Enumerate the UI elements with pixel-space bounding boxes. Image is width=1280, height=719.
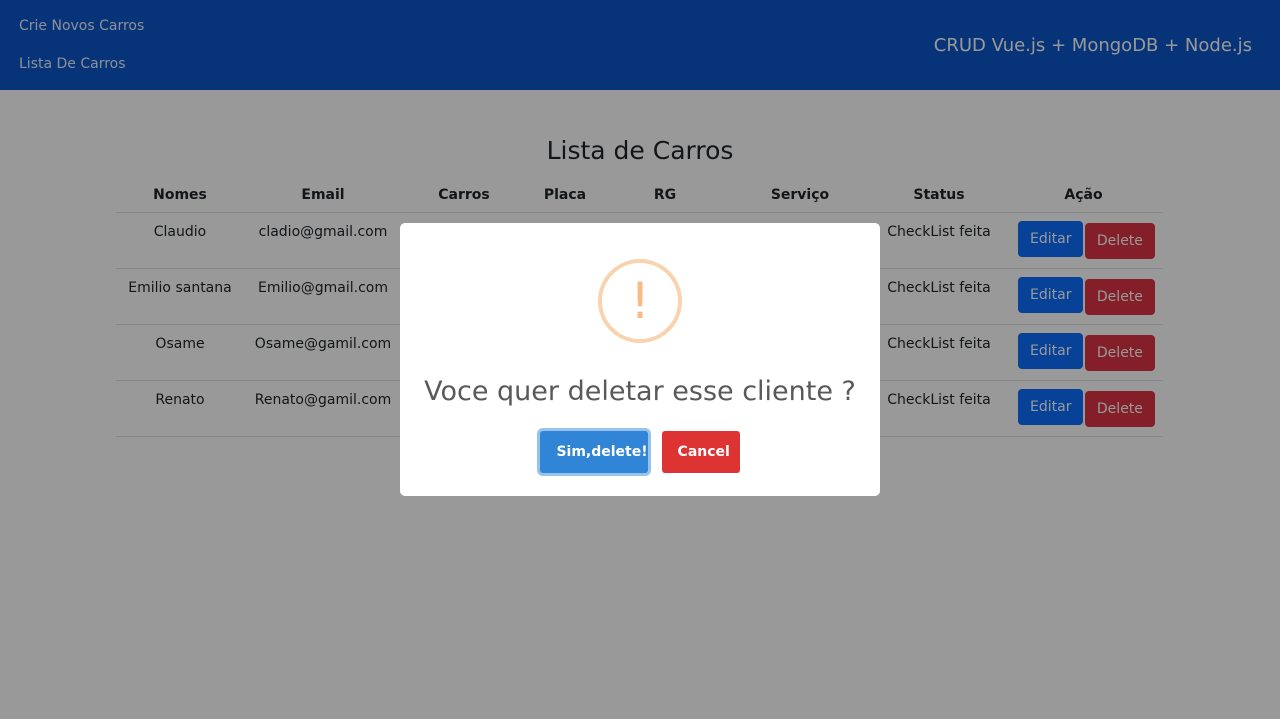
dialog-title: Voce quer deletar esse cliente ?	[424, 376, 856, 407]
delete-confirmation-dialog: ! Voce quer deletar esse cliente ? Sim,d…	[400, 223, 880, 496]
cancel-button[interactable]: Cancel	[661, 431, 740, 473]
warning-icon: !	[598, 259, 682, 343]
dialog-actions: Sim,delete! Cancel	[400, 431, 880, 473]
confirm-delete-button[interactable]: Sim,delete!	[540, 431, 649, 473]
